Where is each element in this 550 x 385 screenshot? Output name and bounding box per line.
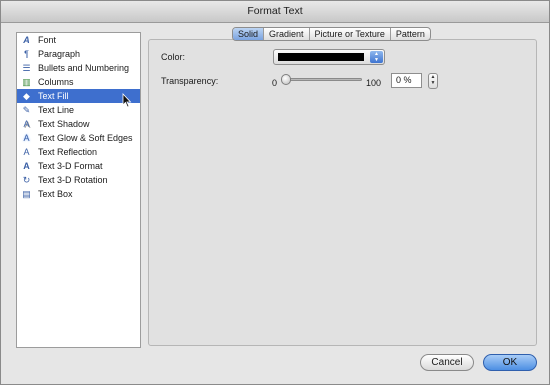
category-list[interactable]: A Font ¶ Paragraph ☰ Bullets and Numbering … (16, 32, 141, 348)
transparency-input[interactable]: 0 % (391, 73, 422, 88)
tab-picture-or-texture[interactable]: Picture or Texture (308, 28, 390, 40)
transparency-slider-track[interactable] (282, 78, 362, 81)
font-a-icon: A (23, 35, 30, 45)
slider-min-label: 0 (272, 78, 278, 88)
format-text-dialog: Format Text A Font ¶ Paragraph ☰ Bullets an… (0, 0, 550, 385)
fill-type-tabs: Solid Gradient Picture or Texture Patter… (232, 27, 431, 41)
paint-bucket-icon: ◆ (23, 91, 30, 101)
title-bar[interactable]: Format Text (1, 1, 549, 23)
sidebar-item-text-reflection[interactable]: A Text Reflection (17, 145, 140, 159)
color-popup-button[interactable]: ▲ ▼ (273, 49, 385, 65)
pencil-icon: ✎ (22, 105, 31, 115)
mouse-cursor-icon (122, 93, 132, 108)
sidebar-item-label: Text Box (38, 189, 73, 199)
sidebar-item-paragraph[interactable]: ¶ Paragraph (17, 47, 140, 61)
color-label: Color: (161, 52, 186, 62)
popup-arrows-icon: ▲ ▼ (370, 51, 383, 63)
sidebar-item-label: Text Line (38, 105, 75, 115)
columns-icon: ▥ (22, 77, 31, 87)
sidebar-item-text-3d-format[interactable]: A Text 3-D Format (17, 159, 140, 173)
cancel-button[interactable]: Cancel (420, 354, 474, 371)
paragraph-icon: ¶ (24, 49, 29, 59)
tab-solid[interactable]: Solid (233, 28, 264, 40)
sidebar-item-bullets-and-numbering[interactable]: ☰ Bullets and Numbering (17, 61, 140, 75)
text-reflection-a-icon: A (23, 147, 30, 157)
tab-pattern[interactable]: Pattern (389, 28, 430, 40)
sidebar-item-columns[interactable]: ▥ Columns (17, 75, 140, 89)
sidebar-item-label: Columns (38, 77, 74, 87)
text-glow-a-icon: A (23, 133, 30, 143)
transparency-slider-thumb[interactable] (281, 74, 291, 85)
sidebar-item-label: Text 3-D Rotation (38, 175, 108, 185)
sidebar-item-label: Text Reflection (38, 147, 98, 157)
transparency-label: Transparency: (161, 76, 219, 86)
sidebar-item-label: Paragraph (38, 49, 81, 59)
transparency-stepper[interactable]: ▲ ▼ (428, 73, 438, 89)
sidebar-item-text-3d-rotation[interactable]: ↻ Text 3-D Rotation (17, 173, 140, 187)
sidebar-item-text-shadow[interactable]: A Text Shadow (17, 117, 140, 131)
slider-max-label: 100 (366, 78, 382, 88)
sidebar-item-label: Bullets and Numbering (38, 63, 130, 73)
ok-button[interactable]: OK (483, 354, 537, 371)
color-swatch (278, 53, 364, 61)
sidebar-item-label: Text 3-D Format (38, 161, 103, 171)
sidebar-item-label: Text Glow & Soft Edges (38, 133, 133, 143)
sidebar-item-text-box[interactable]: ▤ Text Box (17, 187, 140, 201)
text-shadow-a-icon: A (23, 119, 30, 129)
sidebar-item-label: Text Fill (38, 91, 69, 101)
text-3d-rotation-icon: ↻ (22, 175, 31, 185)
tab-gradient[interactable]: Gradient (263, 28, 309, 40)
bullets-icon: ☰ (22, 63, 31, 73)
sidebar-item-label: Font (38, 35, 57, 45)
dialog-title: Format Text (247, 5, 303, 17)
text-box-icon: ▤ (22, 189, 31, 199)
sidebar-item-text-glow[interactable]: A Text Glow & Soft Edges (17, 131, 140, 145)
sidebar-item-label: Text Shadow (38, 119, 90, 129)
text-3d-format-a-icon: A (23, 161, 30, 171)
sidebar-item-font[interactable]: A Font (17, 33, 140, 47)
